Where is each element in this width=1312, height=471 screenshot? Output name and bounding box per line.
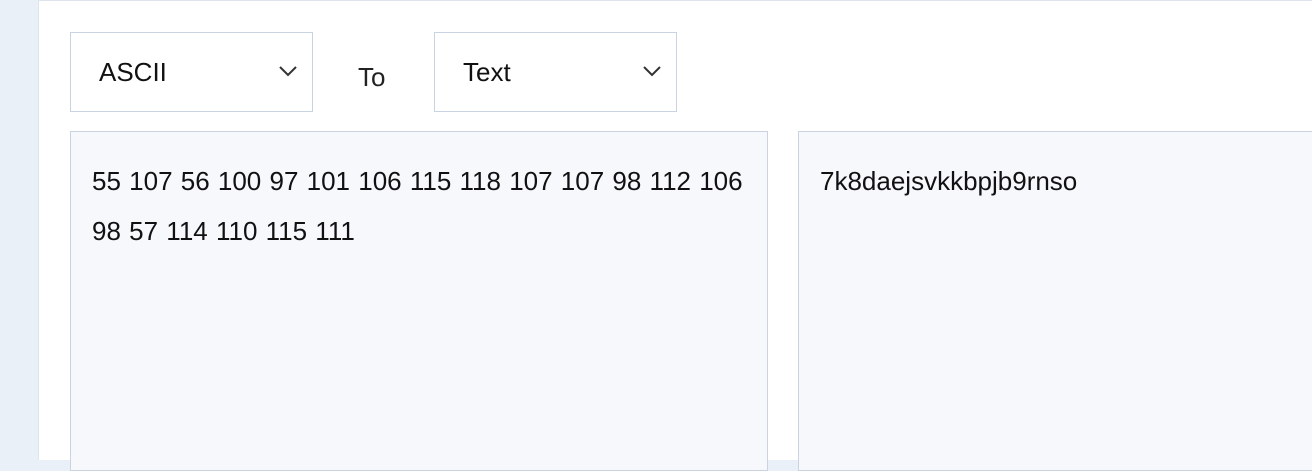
to-label: To [358, 62, 386, 92]
chevron-down-icon [643, 66, 661, 77]
output-textarea[interactable]: 7k8daejsvkkbpjb9rnso [798, 131, 1312, 471]
input-textarea[interactable]: 55 107 56 100 97 101 106 115 118 107 107… [70, 131, 768, 471]
to-format-select[interactable]: Text [434, 32, 677, 112]
from-format-value: ASCII [99, 56, 167, 87]
from-format-select[interactable]: ASCII [70, 32, 313, 112]
to-format-value: Text [463, 56, 511, 87]
chevron-down-icon [279, 66, 297, 77]
